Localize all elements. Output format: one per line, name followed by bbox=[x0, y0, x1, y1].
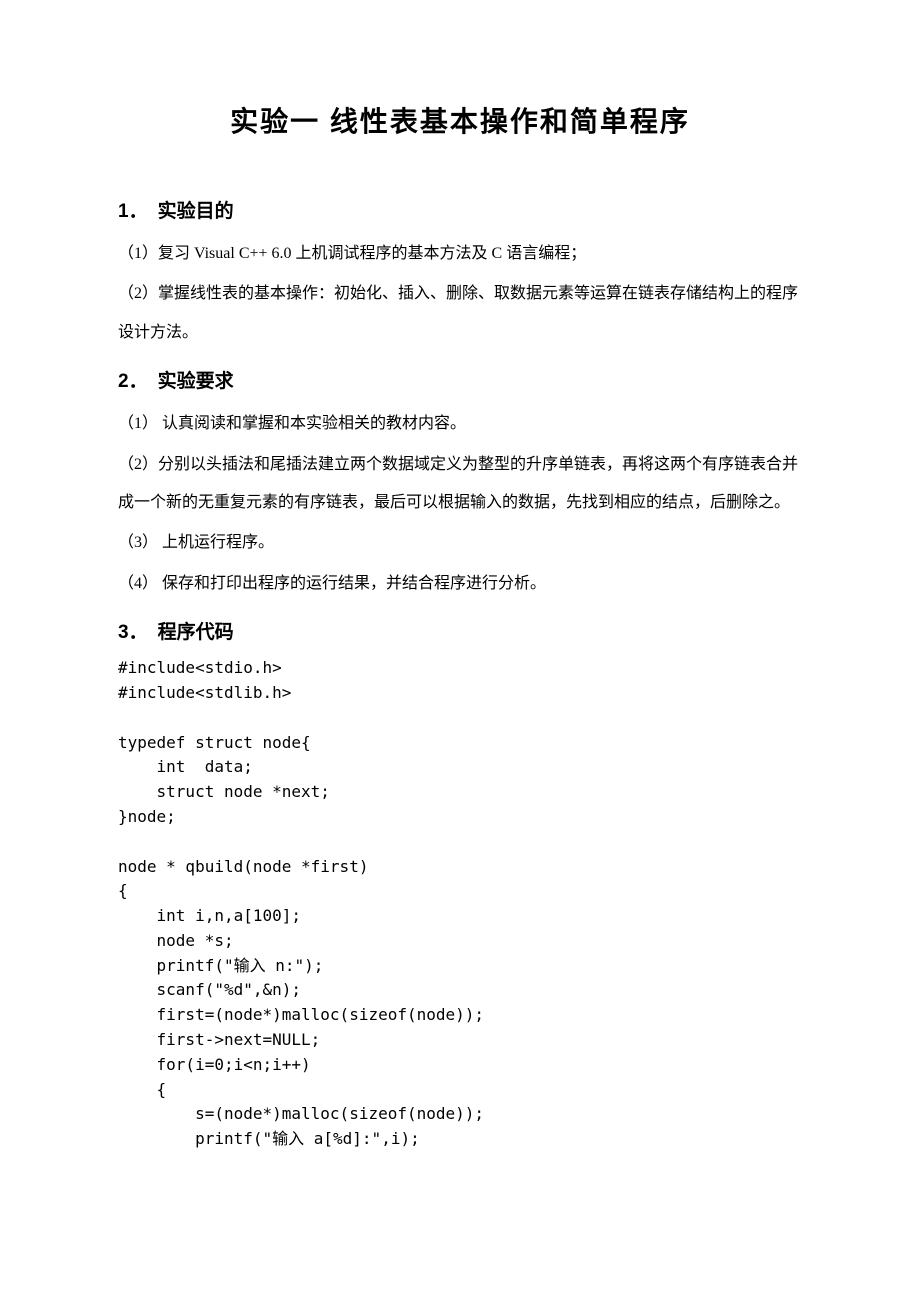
section-1-number: 1． bbox=[118, 201, 148, 222]
section-2-heading: 2． 实验要求 bbox=[118, 366, 802, 393]
section-1-label: 实验目的 bbox=[158, 201, 234, 222]
section-2-number: 2． bbox=[118, 371, 148, 392]
document-title: 实验一 线性表基本操作和简单程序 bbox=[118, 100, 802, 140]
section-2-para-2: （2）分别以头插法和尾插法建立两个数据域定义为整型的升序单链表，再将这两个有序链… bbox=[118, 446, 802, 523]
section-2-para-3: （3） 上机运行程序。 bbox=[118, 524, 802, 562]
section-1-para-1: （1）复习 Visual C++ 6.0 上机调试程序的基本方法及 C 语言编程… bbox=[118, 235, 802, 273]
code-block: #include<stdio.h> #include<stdlib.h> typ… bbox=[118, 656, 802, 1152]
section-2-para-1: （1） 认真阅读和掌握和本实验相关的教材内容。 bbox=[118, 405, 802, 443]
section-1-heading: 1． 实验目的 bbox=[118, 196, 802, 223]
section-3-number: 3． bbox=[118, 622, 148, 643]
section-3-label: 程序代码 bbox=[158, 622, 234, 643]
section-1-para-2: （2）掌握线性表的基本操作：初始化、插入、删除、取数据元素等运算在链表存储结构上… bbox=[118, 275, 802, 352]
section-2-para-4: （4） 保存和打印出程序的运行结果，并结合程序进行分析。 bbox=[118, 565, 802, 603]
section-2-label: 实验要求 bbox=[158, 371, 234, 392]
document-page: 实验一 线性表基本操作和简单程序 1． 实验目的 （1）复习 Visual C++… bbox=[0, 0, 920, 1302]
section-3-heading: 3． 程序代码 bbox=[118, 617, 802, 644]
